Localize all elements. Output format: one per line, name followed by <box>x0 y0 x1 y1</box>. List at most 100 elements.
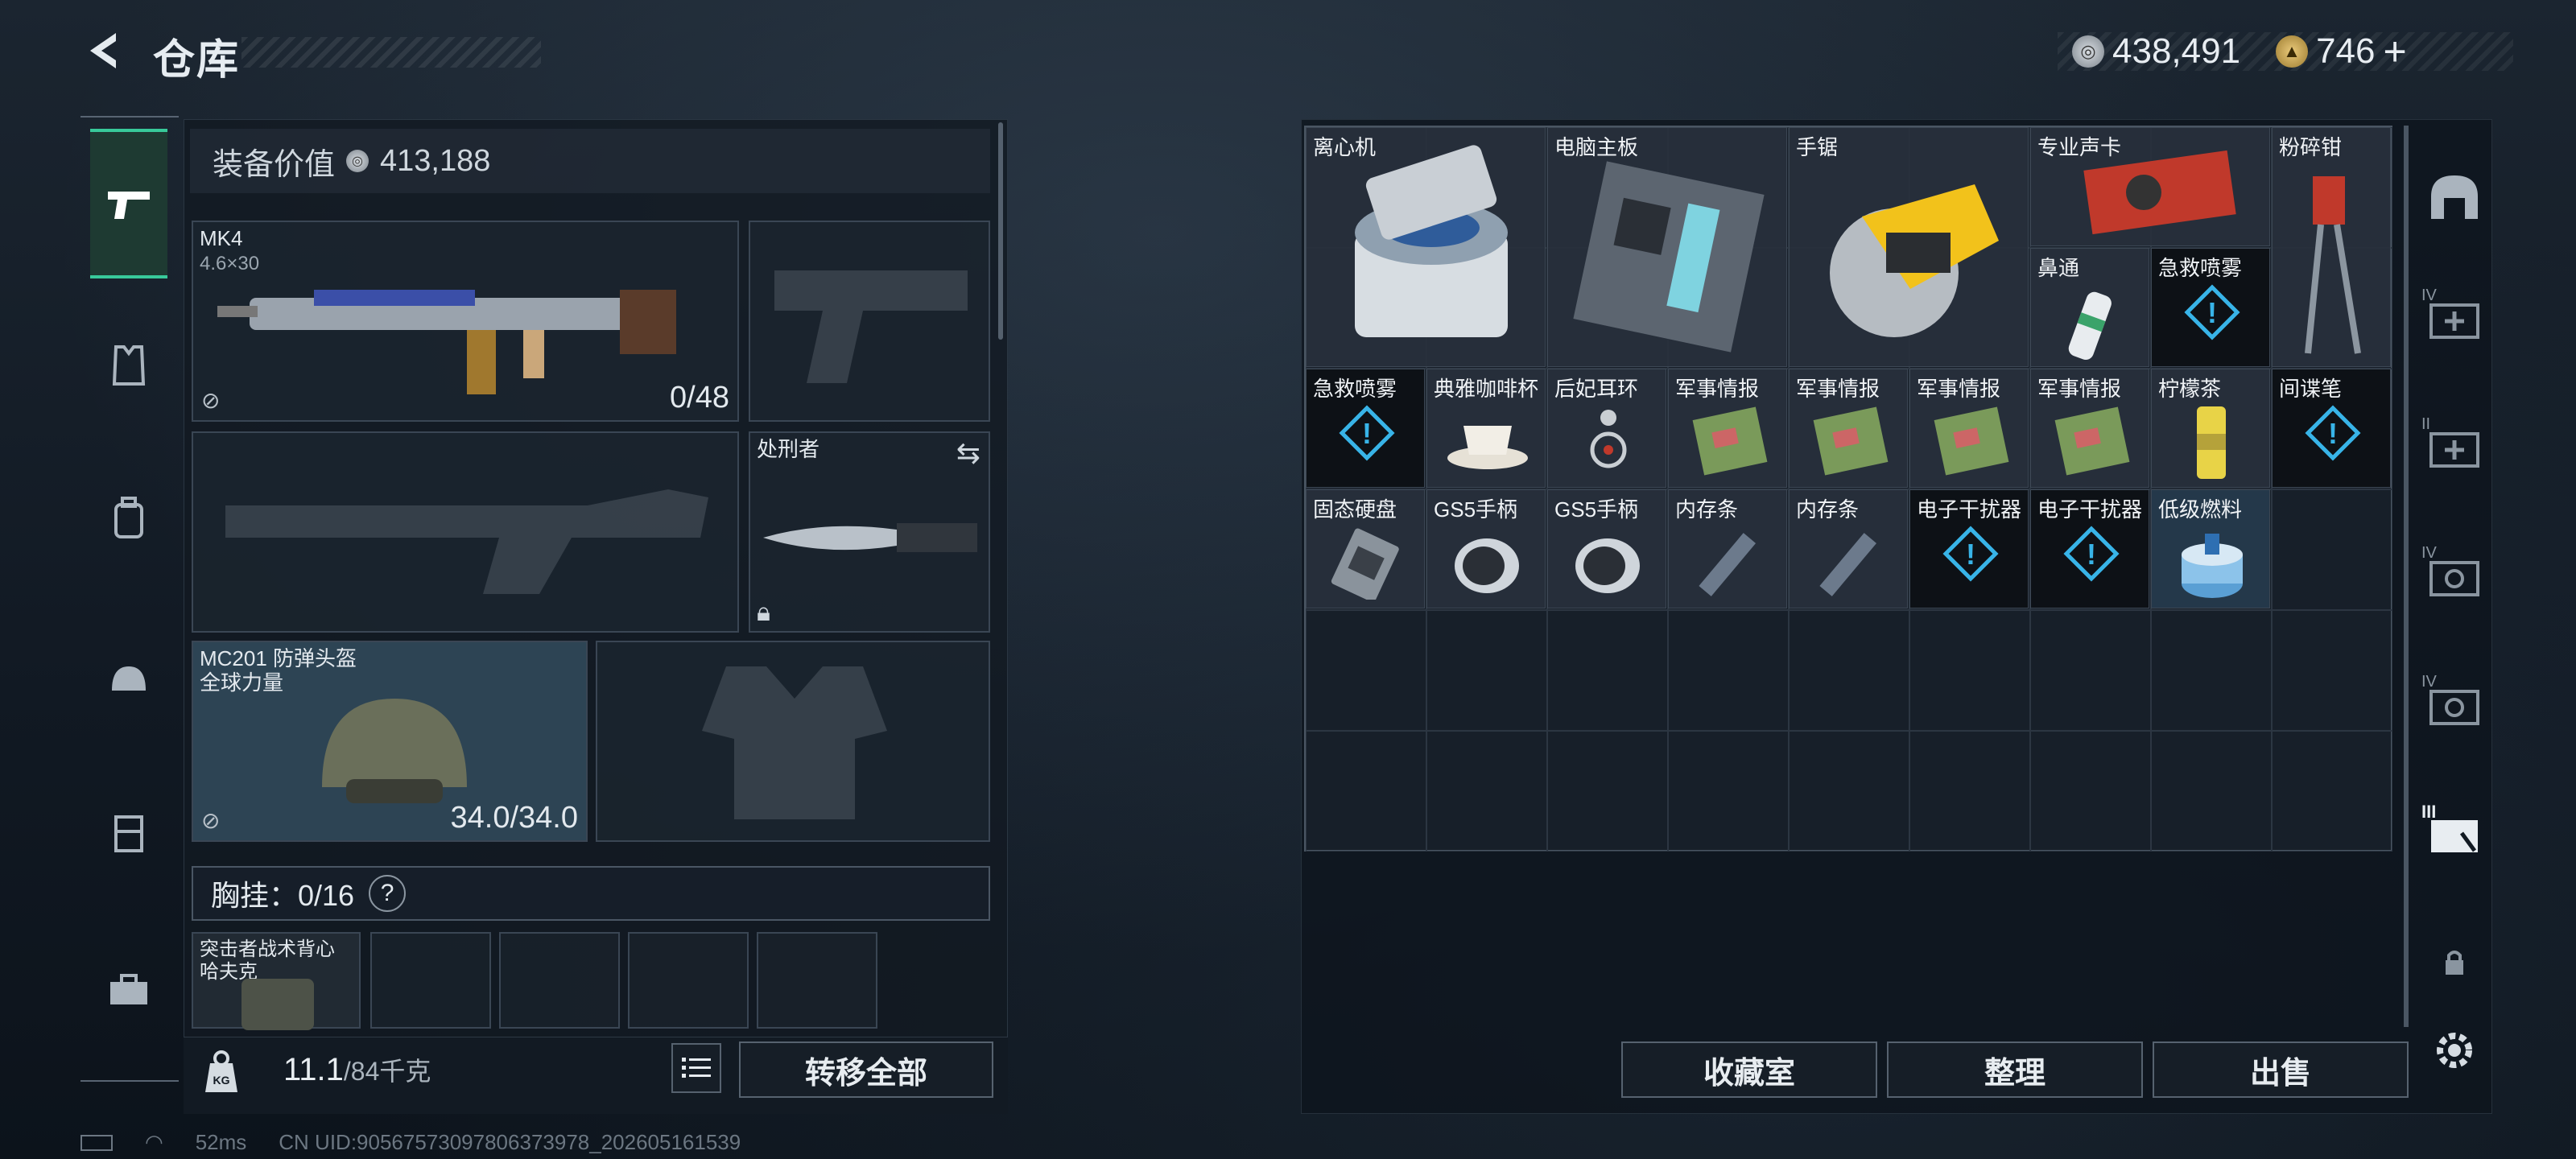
item-jammer[interactable]: 电子干扰器 ! <box>2030 489 2149 608</box>
svg-text:!: ! <box>2207 296 2217 329</box>
item-military-intel[interactable]: 军事情报 <box>1789 369 1908 488</box>
storage-cell[interactable] <box>1668 731 1789 852</box>
item-crusher-pliers[interactable]: 粉碎钳 <box>2272 127 2391 367</box>
list-icon <box>682 1058 711 1078</box>
storage-cell[interactable] <box>1306 610 1426 731</box>
intel-board-icon <box>1813 406 1889 476</box>
locked-tab <box>2418 926 2491 998</box>
tab-backpack[interactable] <box>90 480 167 557</box>
item-low-grade-fuel[interactable]: 低级燃料 <box>2151 489 2270 608</box>
primary-weapon-slot[interactable]: MK4 4.6×30 ⊘ 0/48 <box>192 221 739 422</box>
chest-rig-slot[interactable] <box>499 932 620 1029</box>
item-military-intel[interactable]: 军事情报 <box>2030 369 2149 488</box>
storage-cell[interactable] <box>1547 731 1668 852</box>
item-sound-card[interactable]: 专业声卡 <box>2030 127 2270 246</box>
helmet-icon <box>112 666 146 691</box>
centrifuge-icon <box>1355 145 1508 337</box>
storage-cell[interactable] <box>1668 610 1789 731</box>
melee-slot[interactable]: 处刑者 ⇆ 🔒︎ <box>749 431 990 633</box>
intel-board-icon <box>2054 406 2130 476</box>
storage-cell[interactable] <box>1789 610 1909 731</box>
item-ram[interactable]: 内存条 <box>1789 489 1908 608</box>
item-gs5-controller[interactable]: GS5手柄 <box>1426 489 1546 608</box>
chest-rig-slot[interactable] <box>370 932 491 1029</box>
intel-board-icon <box>1692 406 1768 476</box>
storage-cell[interactable] <box>2151 610 2272 731</box>
tab-toolbox[interactable] <box>90 951 167 1029</box>
item-nasal-inhaler[interactable]: 鼻通 <box>2030 248 2149 367</box>
item-ram[interactable]: 内存条 <box>1668 489 1787 608</box>
chest-rig-slot[interactable] <box>757 932 877 1029</box>
equipment-scrollbar[interactable] <box>998 122 1003 340</box>
pistol-slot[interactable] <box>749 221 990 422</box>
storage-cell[interactable] <box>2030 610 2151 731</box>
pistol-placeholder-icon <box>774 270 968 383</box>
loadout-tab-bar <box>80 116 179 1082</box>
tab-armor[interactable] <box>90 327 167 404</box>
chest-rig-slot[interactable] <box>628 932 749 1029</box>
storage-scrollbar[interactable] <box>2404 126 2409 1027</box>
back-button[interactable] <box>77 26 126 76</box>
lock-icon <box>2446 951 2463 975</box>
storage-cell[interactable] <box>1789 731 1909 852</box>
secondary-weapon-slot[interactable] <box>192 431 739 633</box>
unknown-item-icon: ! <box>2305 405 2361 461</box>
tab-base[interactable] <box>2418 161 2491 233</box>
base-icon <box>2431 175 2478 219</box>
storage-cell[interactable] <box>1426 610 1547 731</box>
medkit-icon <box>2429 432 2479 468</box>
item-ssd[interactable]: 固态硬盘 <box>1306 489 1425 608</box>
list-view-button[interactable] <box>671 1043 721 1093</box>
item-hand-saw[interactable]: 手锯 <box>1789 127 2029 367</box>
lock-icon: 🔒︎ <box>757 597 771 626</box>
storage-cell[interactable] <box>2272 610 2392 731</box>
settings-button[interactable] <box>2418 1014 2491 1087</box>
item-centrifuge[interactable]: 离心机 <box>1306 127 1546 367</box>
item-lemon-tea[interactable]: 柠檬茶 <box>2151 369 2270 488</box>
melee-name: 处刑者 <box>757 437 820 461</box>
tab-medical-storage[interactable]: IV <box>2418 282 2491 354</box>
item-gs5-controller[interactable]: GS5手柄 <box>1547 489 1666 608</box>
storage-cell[interactable] <box>1909 610 2030 731</box>
storage-cell[interactable] <box>2272 731 2392 852</box>
tab-helmet[interactable] <box>90 641 167 718</box>
item-motherboard[interactable]: 电脑主板 <box>1547 127 1787 367</box>
sort-button[interactable]: 整理 <box>1887 1041 2143 1098</box>
storage-cell[interactable] <box>1306 731 1426 852</box>
storage-cell[interactable] <box>2030 731 2151 852</box>
status-footer: ◠ 52ms CN UID:9056757309780637397​8_2026… <box>80 1130 741 1155</box>
storage-cell[interactable] <box>1547 610 1668 731</box>
helmet-slot[interactable]: MC201 防弹头盔 全球力量 ⊘ 34.0/34.0 <box>192 641 588 842</box>
item-military-intel[interactable]: 军事情报 <box>1909 369 2029 488</box>
add-currency-button[interactable]: + <box>2383 28 2406 75</box>
item-first-aid-spray[interactable]: 急救喷雾 ! <box>2151 248 2270 367</box>
svg-text:!: ! <box>1362 417 1372 450</box>
tab-weapons[interactable] <box>90 129 167 278</box>
storage-cell[interactable] <box>2272 489 2392 610</box>
body-armor-slot[interactable] <box>596 641 990 842</box>
tab-equipment-storage[interactable]: III <box>2418 797 2491 869</box>
vest-slot[interactable]: 突击者战术背心 哈夫克 <box>192 932 361 1030</box>
tab-ammo-storage[interactable]: IV <box>2418 539 2491 612</box>
transfer-all-button[interactable]: 转移全部 <box>739 1041 993 1098</box>
gold-amount: 746 <box>2316 31 2376 71</box>
sell-button[interactable]: 出售 <box>2153 1041 2409 1098</box>
item-first-aid-spray[interactable]: 急救喷雾 ! <box>1306 369 1425 488</box>
collection-room-button[interactable]: 收藏室 <box>1621 1041 1877 1098</box>
item-coffee-cup[interactable]: 典雅咖啡杯 <box>1426 369 1546 488</box>
tab-case[interactable] <box>90 794 167 871</box>
storage-cell[interactable] <box>1426 731 1547 852</box>
equipment-value-label: 装备价值 <box>213 147 336 182</box>
item-jammer[interactable]: 电子干扰器 ! <box>1909 489 2029 608</box>
storage-cell[interactable] <box>1909 731 2030 852</box>
tab-medical-storage-2[interactable]: II <box>2418 410 2491 483</box>
storage-cell[interactable] <box>2151 731 2272 852</box>
help-button[interactable]: ? <box>369 875 407 912</box>
tab-ammo-storage-2[interactable]: IV <box>2418 668 2491 740</box>
item-earring[interactable]: 后妃耳环 <box>1547 369 1666 488</box>
earring-icon <box>1590 410 1627 468</box>
storage-tab-bar: IV II IV IV III <box>2418 121 2491 1087</box>
swap-icon[interactable]: ⇆ <box>956 436 980 470</box>
item-spy-pen[interactable]: 间谍笔 ! <box>2272 369 2391 488</box>
item-military-intel[interactable]: 军事情报 <box>1668 369 1787 488</box>
